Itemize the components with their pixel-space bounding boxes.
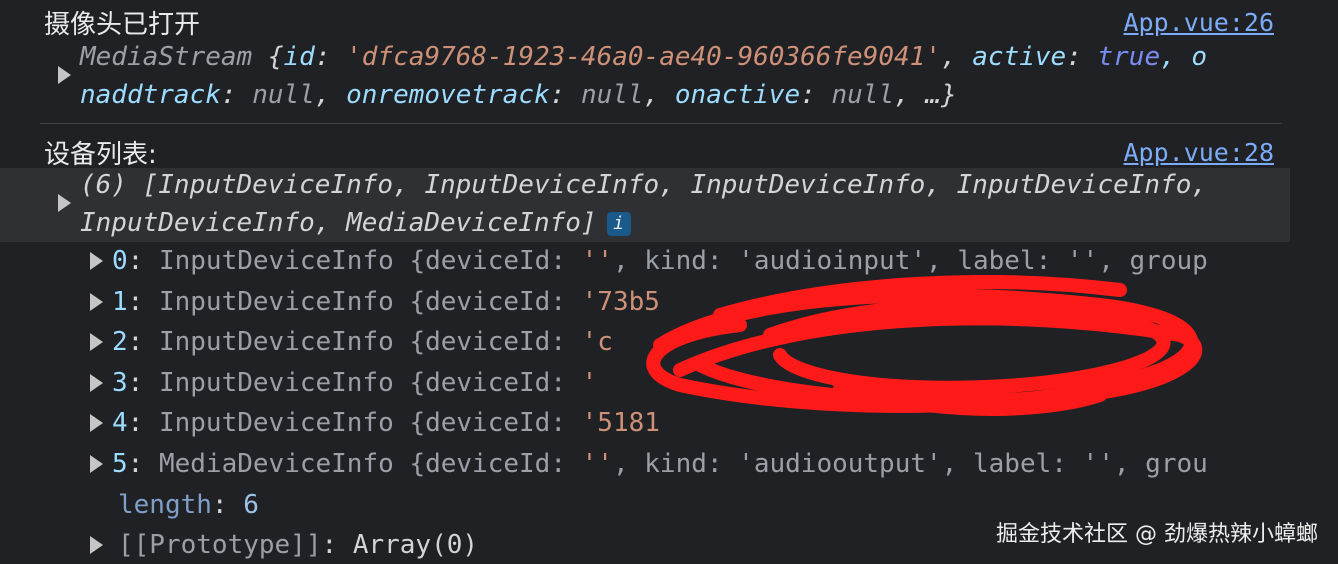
item-index: 3 <box>112 367 128 398</box>
active-key: active <box>972 42 1067 72</box>
array-item-row[interactable]: 2: InputDeviceInfo {deviceId: 'c <box>112 327 613 357</box>
item-device-key: {deviceId: <box>409 327 566 357</box>
expand-triangle-icon[interactable] <box>58 66 71 84</box>
item-index: 4 <box>112 408 128 438</box>
item-device-value: '' <box>581 448 613 479</box>
onactive-key: onactive <box>674 80 801 110</box>
item-expand-icon[interactable] <box>90 373 103 392</box>
mediastream-summary-line1[interactable]: MediaStream {id: 'dfca9768-1923-46a0-ae4… <box>80 42 1207 72</box>
onactive-value: null <box>831 80 895 110</box>
item-device-value: '5181 <box>581 408 660 438</box>
item-index: 5 <box>112 448 128 479</box>
item-expand-icon[interactable] <box>90 333 103 351</box>
array-item-row[interactable]: 3: InputDeviceInfo {deviceId: ' <box>112 368 597 398</box>
item-index: 2 <box>112 327 128 357</box>
watermark: 掘金技术社区 @ 劲爆热辣小蟑螂 <box>996 522 1318 547</box>
prototype-key: [[Prototype]] <box>118 530 322 560</box>
active-value: true <box>1097 42 1161 72</box>
item-index: 1 <box>112 286 128 317</box>
array-length-row: length: 6 <box>118 490 259 520</box>
array-summary-line2[interactable]: InputDeviceInfo, MediaDeviceInfo] i <box>80 208 631 238</box>
naddtrack-key: naddtrack <box>80 80 221 110</box>
length-key: length <box>118 490 212 520</box>
item-device-value: ' <box>581 367 598 398</box>
naddtrack-value: null <box>252 80 315 110</box>
item-type: InputDeviceInfo <box>158 367 394 398</box>
item-device-value: '' <box>581 246 613 276</box>
collapse-triangle-icon[interactable] <box>58 194 71 212</box>
id-key: id <box>283 42 315 72</box>
log-message-device-list: 设备列表: <box>44 140 157 170</box>
onremovetrack-value: null <box>580 80 644 110</box>
id-value: 'dfca9768-1923-46a0-ae40-960366fe9041' <box>346 42 941 72</box>
item-rest: , kind: 'audioinput', label: '', group <box>612 246 1208 276</box>
red-scribble-redaction <box>646 275 1203 416</box>
item-expand-icon[interactable] <box>90 292 103 311</box>
item-type: InputDeviceInfo <box>158 408 394 438</box>
item-type: MediaDeviceInfo <box>158 448 394 479</box>
log-message-camera-opened: 摄像头已打开 <box>44 10 201 40</box>
item-device-key: {deviceId: <box>409 367 566 398</box>
item-type: InputDeviceInfo <box>158 286 394 317</box>
brace: { <box>252 42 284 72</box>
trailing-text: , o <box>1160 42 1208 72</box>
item-type: InputDeviceInfo <box>158 327 394 357</box>
item-device-key: {deviceId: <box>409 246 566 276</box>
array-item-row[interactable]: 4: InputDeviceInfo {deviceId: '5181 <box>112 408 660 438</box>
object-type: MediaStream <box>80 42 253 72</box>
item-device-value: '73b5 <box>581 286 660 317</box>
info-icon[interactable]: i <box>606 211 631 236</box>
item-device-key: {deviceId: <box>409 448 566 479</box>
item-rest: , kind: 'audiooutput', label: '', grou <box>612 448 1208 479</box>
item-device-value: 'c <box>581 327 613 357</box>
item-device-key: {deviceId: <box>409 408 566 438</box>
array-item-row[interactable]: 5: MediaDeviceInfo {deviceId: '', kind: … <box>112 449 1208 479</box>
item-index: 0 <box>112 246 128 276</box>
array-item-row[interactable]: 0: InputDeviceInfo {deviceId: '', kind: … <box>112 246 1208 276</box>
ellipsis-tail: , …} <box>894 80 957 110</box>
source-link-app-vue-26[interactable]: App.vue:26 <box>1123 8 1274 37</box>
item-type: InputDeviceInfo <box>158 246 394 276</box>
item-expand-icon[interactable] <box>90 252 103 270</box>
item-expand-icon[interactable] <box>90 454 103 473</box>
prototype-row[interactable]: [[Prototype]]: Array(0) <box>118 530 478 560</box>
array-item-row[interactable]: 1: InputDeviceInfo {deviceId: '73b5 <box>112 287 660 317</box>
item-device-key: {deviceId: <box>409 286 566 317</box>
prototype-value: Array(0) <box>352 530 479 560</box>
onremovetrack-key: onremovetrack <box>346 80 550 110</box>
log-separator <box>40 123 1282 124</box>
length-value: 6 <box>243 490 259 520</box>
source-link-app-vue-28[interactable]: App.vue:28 <box>1123 138 1274 167</box>
array-summary-text: InputDeviceInfo, MediaDeviceInfo] <box>80 208 597 238</box>
prototype-expand-icon[interactable] <box>90 536 103 554</box>
item-expand-icon[interactable] <box>90 414 103 432</box>
array-summary-line1[interactable]: (6) [InputDeviceInfo, InputDeviceInfo, I… <box>80 170 1207 200</box>
mediastream-summary-line2: naddtrack: null, onremovetrack: null, on… <box>80 80 957 110</box>
